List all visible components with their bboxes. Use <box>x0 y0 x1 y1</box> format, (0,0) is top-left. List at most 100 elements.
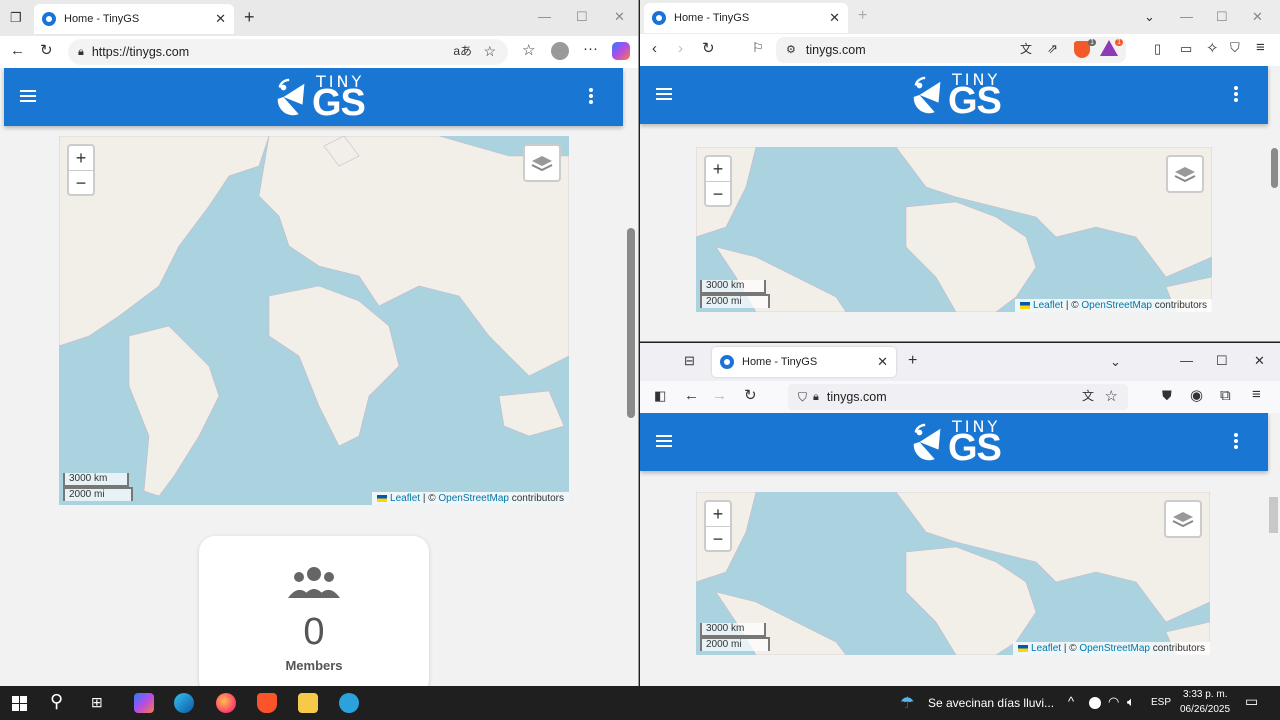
tab-groups-icon[interactable]: ⊟ <box>684 354 695 367</box>
new-tab-button[interactable]: + <box>858 8 867 24</box>
brave-app-icon[interactable] <box>257 693 277 713</box>
close-tab-icon[interactable]: ✕ <box>215 11 226 27</box>
tab-actions-icon[interactable]: ❐ <box>10 11 22 24</box>
tinygs-logo[interactable]: TINY GS <box>910 417 1010 469</box>
refresh-icon[interactable]: ↻ <box>40 43 53 58</box>
maximize-icon[interactable]: ☐ <box>1216 9 1228 25</box>
translate-icon[interactable]: 文 <box>1020 43 1032 55</box>
brave-scrollbar[interactable] <box>1271 148 1278 188</box>
firefox-app-icon[interactable] <box>216 693 236 713</box>
osm-link[interactable]: OpenStreetMap <box>438 493 509 504</box>
leaflet-link[interactable]: Leaflet <box>1033 300 1063 311</box>
zoom-out-button[interactable]: − <box>69 170 93 194</box>
telegram-app-icon[interactable] <box>339 693 359 713</box>
overflow-menu-icon[interactable] <box>1234 433 1238 451</box>
zoom-in-button[interactable]: + <box>69 146 93 170</box>
zoom-out-button[interactable]: − <box>706 181 730 205</box>
zoom-in-button[interactable]: + <box>706 502 730 526</box>
list-tabs-icon[interactable]: ⌄ <box>1110 354 1121 370</box>
language-indicator[interactable]: ESP <box>1151 697 1171 708</box>
new-tab-button[interactable]: + <box>908 353 917 369</box>
close-tab-icon[interactable]: ✕ <box>829 10 840 26</box>
leo-ai-icon[interactable]: ✧ <box>1206 41 1219 56</box>
refresh-icon[interactable]: ↻ <box>702 41 715 56</box>
search-icon[interactable]: ⚲ <box>50 691 63 712</box>
favorites-icon[interactable]: ☆ <box>522 43 535 58</box>
account-icon[interactable]: ◉ <box>1190 388 1203 403</box>
bookmark-star-icon[interactable]: ☆ <box>1105 389 1118 404</box>
menu-icon[interactable] <box>20 90 36 102</box>
translate-icon[interactable]: 文 <box>1082 390 1094 402</box>
world-map[interactable]: + − 3000 km 2000 mi Leaflet | © OpenStre… <box>59 136 569 505</box>
edge-address-bar[interactable]: 🔒︎ https://tinygs.com aあ ☆ <box>68 39 508 65</box>
vpn-icon[interactable]: ⛉ <box>1230 41 1240 54</box>
refresh-icon[interactable]: ↻ <box>744 388 757 403</box>
layers-button[interactable] <box>1166 155 1204 193</box>
tinygs-logo[interactable]: TINY GS <box>274 72 374 124</box>
brave-address-bar[interactable]: ⚙ tinygs.com 文 ⇗ 1 1 <box>776 37 1126 63</box>
wifi-icon[interactable]: ◠ <box>1108 694 1119 710</box>
forward-icon[interactable]: › <box>678 41 683 56</box>
clock-date[interactable]: 06/26/2025 <box>1180 704 1230 715</box>
minimize-icon[interactable]: — <box>1180 353 1193 368</box>
osm-link[interactable]: OpenStreetMap <box>1079 643 1150 654</box>
bookmark-icon[interactable]: ⚐ <box>752 41 764 54</box>
site-info-icon[interactable]: ⚙ <box>786 44 796 56</box>
world-map[interactable]: + − 3000 km 2000 mi Leaflet | © OpenStre… <box>696 492 1210 655</box>
weather-text[interactable]: Se avecinan días lluvi... <box>928 696 1054 710</box>
back-icon[interactable]: ‹ <box>652 41 657 56</box>
weather-icon[interactable]: ☂ <box>900 693 914 713</box>
leaflet-link[interactable]: Leaflet <box>390 493 420 504</box>
copilot-icon[interactable] <box>612 42 630 60</box>
close-window-icon[interactable]: ✕ <box>1254 353 1265 369</box>
menu-icon[interactable] <box>656 435 672 447</box>
overflow-menu-icon[interactable] <box>589 88 593 106</box>
edge-app-icon[interactable] <box>174 693 194 713</box>
minimize-icon[interactable]: — <box>538 9 551 24</box>
read-aloud-icon[interactable]: aあ <box>453 45 472 57</box>
favorite-star-icon[interactable]: ☆ <box>483 44 496 58</box>
clock-time[interactable]: 3:33 p. m. <box>1183 689 1227 700</box>
menu-icon[interactable]: ≡ <box>1256 40 1265 55</box>
close-window-icon[interactable]: ✕ <box>1252 9 1263 25</box>
edge-scrollbar[interactable] <box>627 228 635 418</box>
edge-tab-home[interactable]: Home - TinyGS ✕ <box>34 4 234 34</box>
tab-search-icon[interactable]: ⌄ <box>1144 9 1155 25</box>
share-icon[interactable]: ⇗ <box>1047 42 1058 55</box>
close-tab-icon[interactable]: ✕ <box>877 354 888 370</box>
show-hidden-icons[interactable]: ^ <box>1068 694 1074 709</box>
notifications-icon[interactable]: ▭ <box>1245 693 1258 710</box>
pocket-icon[interactable]: ⛊ <box>1162 389 1172 402</box>
sidebar-icon[interactable]: ▯ <box>1154 42 1161 55</box>
layers-button[interactable] <box>523 144 561 182</box>
firefox-scrollbar[interactable] <box>1269 497 1278 533</box>
close-window-icon[interactable]: ✕ <box>614 9 625 25</box>
copilot-app-icon[interactable] <box>134 693 154 713</box>
zoom-out-button[interactable]: − <box>706 526 730 550</box>
layers-button[interactable] <box>1164 500 1202 538</box>
profile-avatar[interactable] <box>551 42 569 60</box>
leaflet-link[interactable]: Leaflet <box>1031 643 1061 654</box>
task-view-icon[interactable]: ⊞ <box>91 694 103 711</box>
volume-icon[interactable]: 🔈︎ <box>1127 694 1135 710</box>
overflow-menu-icon[interactable] <box>1234 86 1238 104</box>
maximize-icon[interactable]: ☐ <box>1216 353 1228 369</box>
tracking-shield-icon[interactable]: ⛉ <box>798 391 807 403</box>
zoom-in-button[interactable]: + <box>706 157 730 181</box>
app-menu-icon[interactable]: ≡ <box>1252 387 1261 402</box>
firefox-tab-home[interactable]: Home - TinyGS ✕ <box>712 347 896 377</box>
app-tray-icon[interactable] <box>1089 697 1101 709</box>
menu-icon[interactable] <box>656 88 672 100</box>
back-icon[interactable]: ← <box>684 388 699 403</box>
new-tab-button[interactable]: + <box>244 8 255 26</box>
firefox-address-bar[interactable]: ⛉ 🔒︎ tinygs.com 文 ☆ <box>788 384 1128 410</box>
back-icon[interactable]: ← <box>10 43 25 58</box>
forward-icon[interactable]: → <box>712 388 727 403</box>
wallet-icon[interactable]: ▭ <box>1180 42 1192 55</box>
maximize-icon[interactable]: ☐ <box>576 9 588 25</box>
world-map[interactable]: + − 3000 km 2000 mi Leaflet | © OpenStre… <box>696 147 1212 312</box>
file-explorer-icon[interactable] <box>298 693 318 713</box>
extensions-icon[interactable]: ⧉ <box>1220 388 1231 403</box>
brave-tab-home[interactable]: Home - TinyGS ✕ <box>644 3 848 33</box>
minimize-icon[interactable]: — <box>1180 9 1193 24</box>
